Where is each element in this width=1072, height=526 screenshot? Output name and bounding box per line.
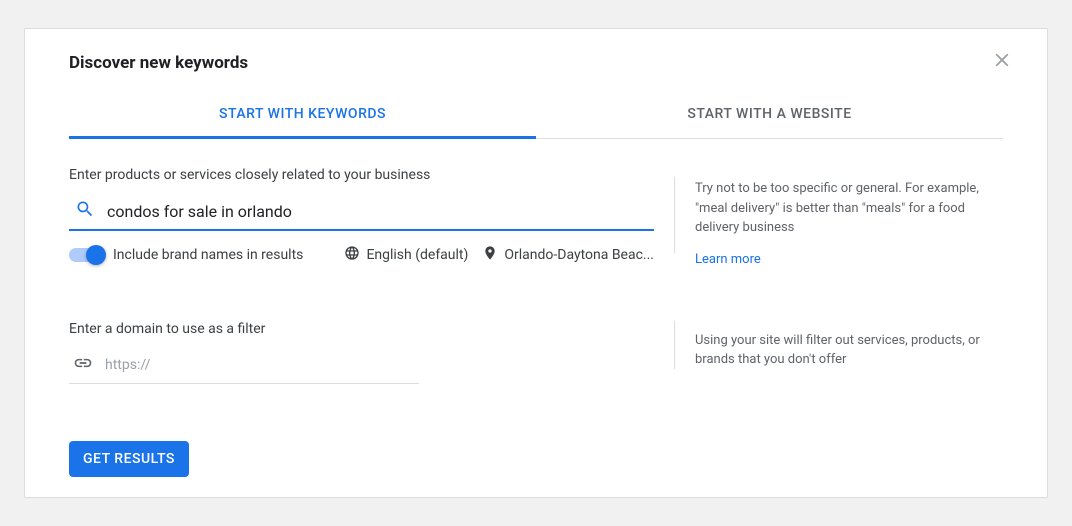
keyword-hint: Try not to be too specific or general. F… [695,179,1003,238]
card-header: Discover new keywords [25,29,1047,90]
link-icon [73,353,93,377]
tab-keywords[interactable]: Start with keywords [69,90,536,139]
keyword-input[interactable] [107,202,654,221]
page-title: Discover new keywords [69,53,248,73]
card-footer: Get results [69,441,189,477]
keyword-options-row: Include brand names in results English (… [69,245,654,265]
language-selector[interactable]: English (default) [344,245,468,265]
domain-vertical-divider [674,321,675,369]
location-selector[interactable]: Orlando-Daytona Beac... [482,245,654,265]
keyword-left-column: Enter products or services closely relat… [69,167,654,267]
keyword-input-label: Enter products or services closely relat… [69,167,654,183]
search-icon [75,199,95,223]
vertical-divider [674,177,675,253]
domain-hint: Using your site will filter out services… [695,321,1003,384]
brand-toggle[interactable] [69,248,103,262]
domain-left-column: Enter a domain to use as a filter [69,321,654,384]
language-label: English (default) [366,247,468,263]
location-label: Orlando-Daytona Beac... [504,247,654,263]
learn-more-link[interactable]: Learn more [695,252,761,267]
brand-toggle-label: Include brand names in results [113,247,303,263]
brand-toggle-wrap: Include brand names in results [69,247,303,263]
domain-input[interactable] [105,357,419,373]
globe-icon [344,245,360,265]
keyword-content: Enter products or services closely relat… [25,139,1047,267]
domain-section: Enter a domain to use as a filter Using … [25,321,1047,384]
keyword-planner-card: Discover new keywords Start with keyword… [24,28,1048,498]
locale-settings: English (default) Orlando-Daytona Beac..… [344,245,654,265]
keyword-right-column: Try not to be too specific or general. F… [695,167,1003,267]
toggle-knob [86,245,106,265]
tab-website[interactable]: Start with a website [536,90,1003,138]
tab-bar: Start with keywords Start with a website [69,90,1003,139]
location-icon [482,245,498,265]
close-icon[interactable] [991,49,1013,76]
domain-input-label: Enter a domain to use as a filter [69,321,654,337]
domain-input-row [69,347,419,384]
get-results-button[interactable]: Get results [69,441,189,477]
keyword-input-row [69,193,654,231]
